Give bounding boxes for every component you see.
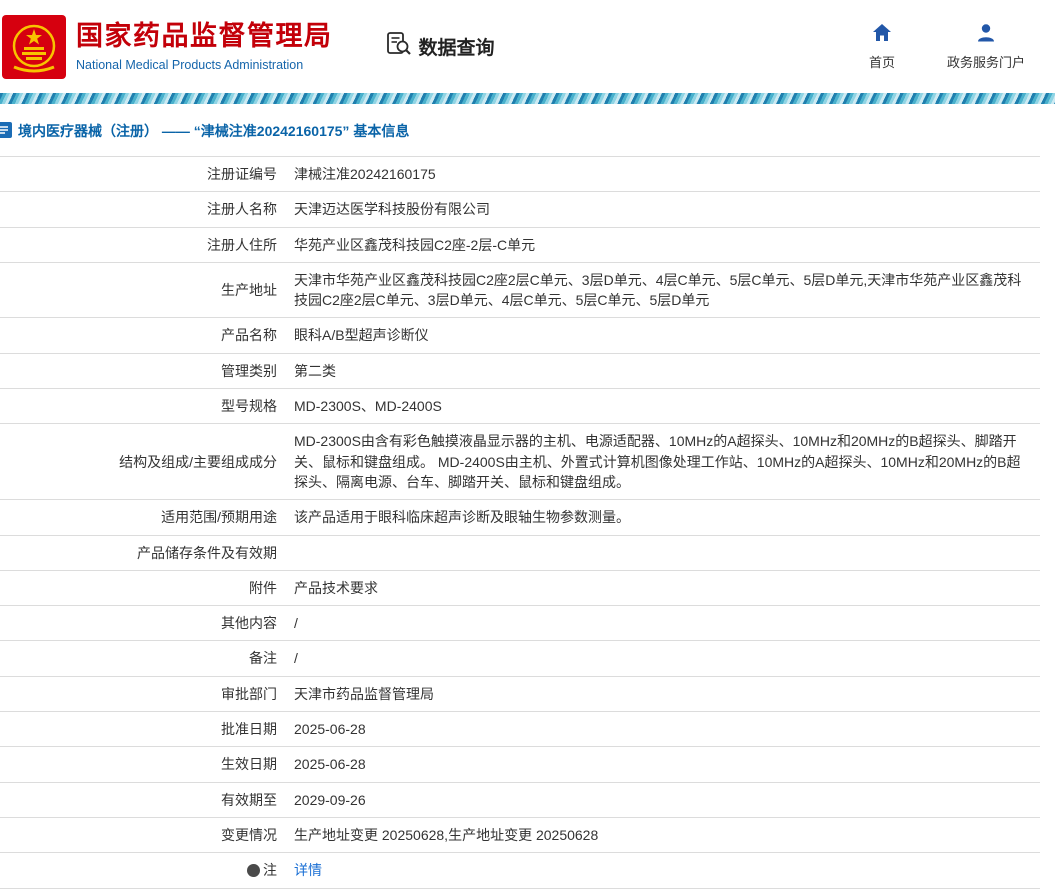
row-value: 华苑产业区鑫茂科技园C2座-2层-C单元 (294, 226, 1040, 263)
home-icon (871, 22, 893, 47)
nav-home-label: 首页 (868, 55, 895, 70)
data-query-icon (385, 30, 412, 63)
row-value: 天津市药品监督管理局 (294, 675, 1040, 712)
row-label: 有效期至 (0, 781, 294, 818)
row-label: 附件 (0, 569, 294, 606)
row-label: 产品储存条件及有效期 (0, 534, 294, 571)
breadcrumb-text: 境内医疗器械（注册） —— “津械注准20242160175” 基本信息 (18, 123, 410, 139)
row-label: 注册人住所 (0, 226, 294, 263)
table-row: 注册证编号 津械注准20242160175 (0, 155, 1040, 192)
row-label: 型号规格 (0, 388, 294, 424)
row-value: 2029-09-26 (294, 781, 1040, 818)
info-table: 注册证编号 津械注准20242160175 注册人名称 天津迈达医学科技股份有限公司注… (0, 155, 1040, 889)
user-icon (975, 22, 997, 47)
row-value (294, 534, 1040, 571)
row-label: 变更情况 (0, 816, 294, 853)
row-value: / (294, 605, 1040, 641)
table-row: 附件 产品技术要求 (0, 569, 1040, 606)
data-query-label: 数据查询 (418, 38, 495, 59)
row-label: 结构及组成/主要组成成分 (0, 423, 294, 500)
table-row: 批准日期 2025-06-28 (0, 711, 1040, 747)
brand: 国家药品监督管理局 National Medical Products Admi… (0, 14, 333, 79)
row-value: 产品技术要求 (294, 569, 1040, 606)
row-label: 注册人名称 (0, 191, 294, 228)
table-row: 结构及组成/主要组成成分 MD-2300S由含有彩色触摸液晶显示器的主机、电源适配… (0, 423, 1040, 500)
row-value: MD-2300S、MD-2400S (294, 388, 1040, 424)
row-value: 天津市华苑产业区鑫茂科技园C2座2层C单元、3层D单元、4层C单元、5层C单元、… (294, 261, 1040, 318)
row-value: 天津迈达医学科技股份有限公司 (294, 191, 1040, 228)
table-row: 其他内容 / (0, 605, 1040, 641)
table-row: 变更情况 生产地址变更 20250628,生产地址变更 20250628 (0, 816, 1040, 853)
row-label: 备注 (0, 640, 294, 677)
row-value: 2025-06-28 (294, 711, 1040, 747)
row-label: 注册证编号 (0, 155, 294, 192)
row-label: 管理类别 (0, 352, 294, 389)
nmpa-emblem-logo-icon (2, 14, 66, 79)
nav-portal[interactable]: 政务服务门户 (947, 22, 1025, 71)
row-value: 津械注准20242160175 (294, 155, 1040, 192)
table-row: 备注 / (0, 640, 1040, 677)
table-row: 生效日期 2025-06-28 (0, 746, 1040, 783)
table-row: 型号规格 MD-2300S、MD-2400S (0, 388, 1040, 424)
row-value: MD-2300S由含有彩色触摸液晶显示器的主机、电源适配器、10MHz的A超探头… (294, 423, 1040, 500)
table-row: 有效期至 2029-09-26 (0, 781, 1040, 818)
brand-text: 国家药品监督管理局 National Medical Products Admi… (76, 21, 333, 71)
table-row: 注册人名称 天津迈达医学科技股份有限公司 (0, 191, 1040, 228)
table-row: 管理类别 第二类 (0, 352, 1040, 389)
row-value: 详情 (294, 852, 1040, 889)
org-name-en: National Medical Products Administration (76, 57, 304, 72)
row-label: 注 (0, 852, 294, 889)
note-icon (247, 864, 260, 878)
table-row: 注册人住所 华苑产业区鑫茂科技园C2座-2层-C单元 (0, 226, 1040, 263)
row-value: 该产品适用于眼科临床超声诊断及眼轴生物参数测量。 (294, 499, 1040, 536)
top-nav: 首页 政务服务门户 (869, 22, 1025, 71)
row-value: 2025-06-28 (294, 746, 1040, 783)
detail-link[interactable]: 详情 (294, 862, 322, 878)
row-label: 批准日期 (0, 711, 294, 747)
data-query-title: 数据查询 (385, 30, 495, 63)
decorative-strip (0, 93, 1055, 104)
table-row: 审批部门 天津市药品监督管理局 (0, 675, 1040, 712)
nav-portal-label: 政务服务门户 (946, 55, 1025, 70)
nav-home[interactable]: 首页 (869, 22, 895, 71)
breadcrumb: 境内医疗器械（注册） —— “津械注准20242160175” 基本信息 (0, 104, 1055, 156)
table-row: 产品名称 眼科A/B型超声诊断仪 (0, 317, 1040, 354)
document-icon (0, 121, 12, 141)
row-value: 眼科A/B型超声诊断仪 (294, 317, 1040, 354)
row-value: 第二类 (294, 352, 1040, 389)
table-row: 注详情 (0, 852, 1040, 889)
row-value: 生产地址变更 20250628,生产地址变更 20250628 (294, 816, 1040, 853)
row-label: 生效日期 (0, 746, 294, 783)
row-label: 生产地址 (0, 261, 294, 318)
table-row: 适用范围/预期用途 该产品适用于眼科临床超声诊断及眼轴生物参数测量。 (0, 499, 1040, 536)
row-label: 产品名称 (0, 317, 294, 354)
row-label: 适用范围/预期用途 (0, 499, 294, 536)
row-label: 其他内容 (0, 605, 294, 641)
table-row: 生产地址 天津市华苑产业区鑫茂科技园C2座2层C单元、3层D单元、4层C单元、5层… (0, 261, 1040, 318)
row-label: 审批部门 (0, 675, 294, 712)
org-name-cn: 国家药品监督管理局 (76, 21, 333, 52)
row-value: / (294, 640, 1040, 677)
header: 国家药品监督管理局 National Medical Products Admi… (0, 0, 1055, 93)
table-row: 产品储存条件及有效期 (0, 534, 1040, 571)
